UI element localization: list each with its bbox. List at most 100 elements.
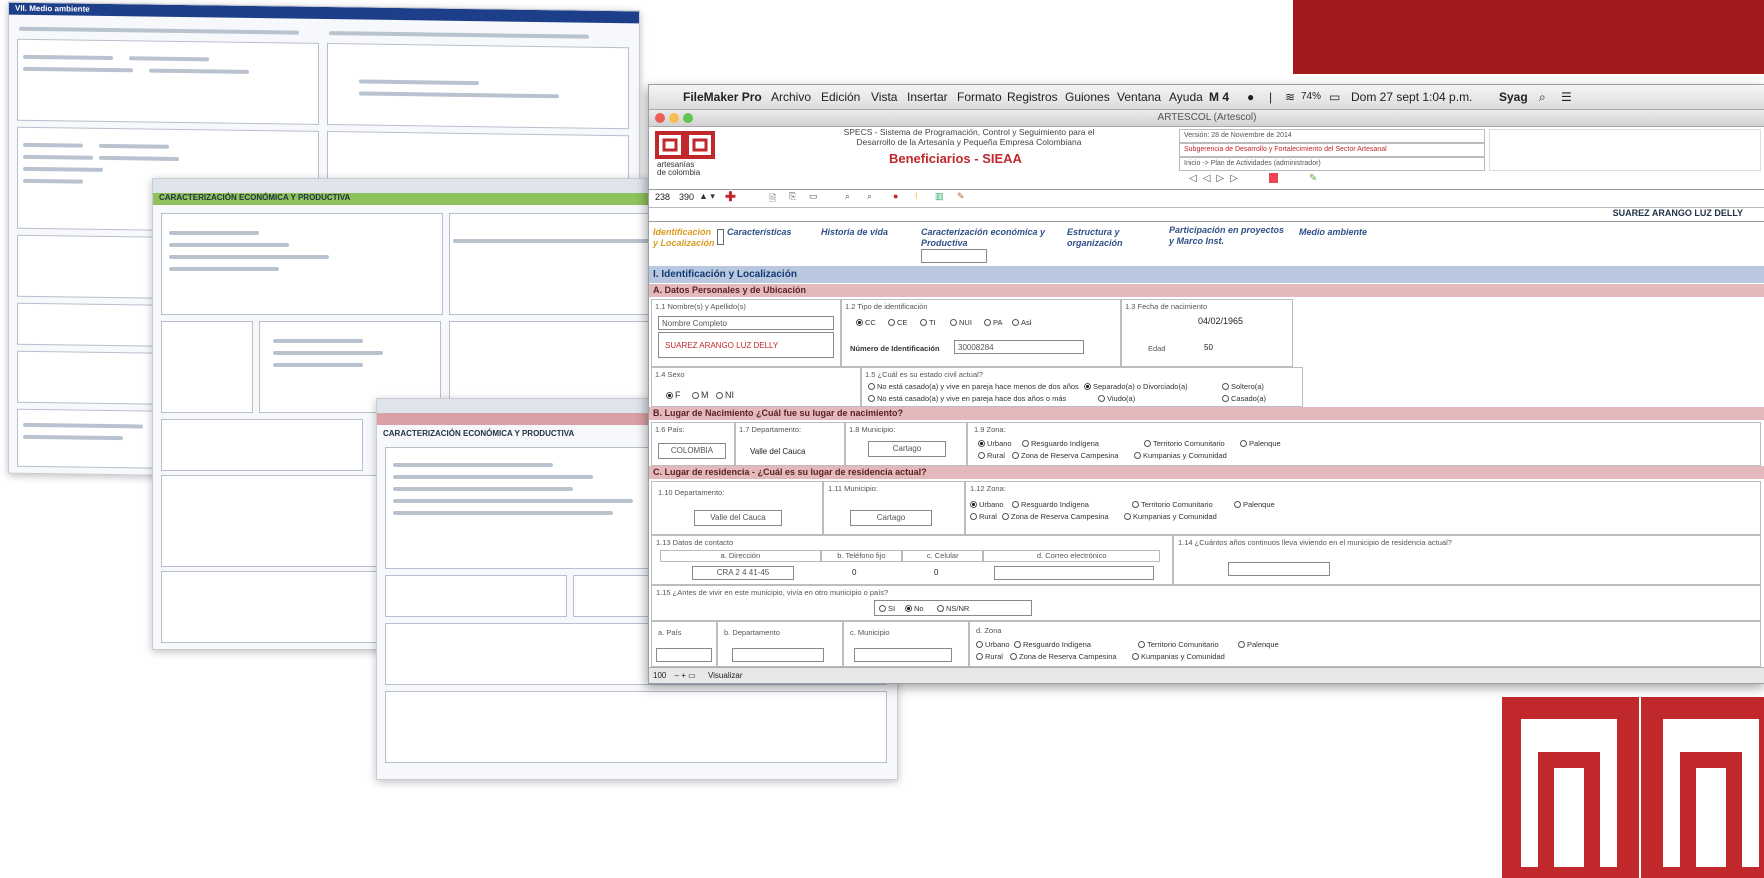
zoom-icon[interactable]: ⌕ xyxy=(867,191,872,202)
prev-zone-kumpanias[interactable]: Kumpanias y Comunidad xyxy=(1132,652,1225,661)
close-window-button[interactable] xyxy=(655,113,665,123)
notification-center-icon[interactable]: ☰ xyxy=(1561,90,1572,104)
camera-icon[interactable]: ● xyxy=(1247,90,1254,104)
mobile-field[interactable]: 0 xyxy=(934,568,938,577)
prev-zone-territorio[interactable]: Territorio Comunitario xyxy=(1138,640,1219,649)
id-type-ce[interactable]: CE xyxy=(888,318,907,327)
clock[interactable]: Dom 27 sept 1:04 p.m. xyxy=(1351,90,1472,104)
tab-medio-ambiente[interactable]: Medio ambiente xyxy=(1299,227,1389,238)
menu-guiones[interactable]: Guiones xyxy=(1065,90,1110,104)
edit-icon[interactable]: ✎ xyxy=(957,191,965,202)
sort-icon[interactable]: ▲ ▾ xyxy=(699,191,715,202)
wifi-icon[interactable]: ≋ xyxy=(1285,90,1295,104)
menu-ventana[interactable]: Ventana xyxy=(1117,90,1161,104)
add-icon[interactable]: ✚ xyxy=(725,189,736,205)
prev-zone-resguardo[interactable]: Resguardo Indígena xyxy=(1014,640,1091,649)
prev-zone-palenque[interactable]: Palenque xyxy=(1238,640,1279,649)
zoom-level[interactable]: 100 xyxy=(653,671,666,680)
res-zone-palenque[interactable]: Palenque xyxy=(1234,500,1275,509)
birthdate-value[interactable]: 04/02/1965 xyxy=(1198,316,1243,326)
menu-formato[interactable]: Formato xyxy=(957,90,1002,104)
zoom-window-button[interactable] xyxy=(683,113,693,123)
menu-registros[interactable]: Registros xyxy=(1007,90,1058,104)
id-type-nui[interactable]: NUI xyxy=(950,318,972,327)
birth-zone-reserva[interactable]: Zona de Reserva Campesina xyxy=(1012,451,1119,460)
id-type-ti[interactable]: TI xyxy=(920,318,936,327)
id-type-pa[interactable]: PA xyxy=(984,318,1002,327)
copy-icon[interactable]: ⎘ xyxy=(789,191,796,202)
stop-icon[interactable]: ● xyxy=(893,191,898,201)
print-icon[interactable]: 🗎 xyxy=(769,191,776,207)
previous-no[interactable]: No xyxy=(905,604,924,613)
email-field[interactable] xyxy=(994,566,1154,580)
mail-icon[interactable]: M 4 xyxy=(1209,90,1229,104)
battery-icon[interactable]: ▭ xyxy=(1329,90,1340,104)
civil-option-4[interactable]: Viudo(a) xyxy=(1098,394,1135,403)
chart-icon[interactable]: ▥ xyxy=(935,191,944,202)
address-field[interactable]: CRA 2 4 41-45 xyxy=(692,566,794,580)
prev-zone-urbano[interactable]: Urbano xyxy=(976,640,1010,649)
res-zone-kumpanias[interactable]: Kumpanias y Comunidad xyxy=(1124,512,1217,521)
previous-si[interactable]: SI xyxy=(879,604,895,613)
res-muni-field[interactable]: Cartago xyxy=(850,510,932,526)
birth-dept-value[interactable]: Valle del Cauca xyxy=(750,447,805,456)
birth-zone-resguardo[interactable]: Resguardo Indígena xyxy=(1022,439,1099,448)
res-zone-reserva[interactable]: Zona de Reserva Campesina xyxy=(1002,512,1109,521)
minimize-window-button[interactable] xyxy=(669,113,679,123)
menu-edicion[interactable]: Edición xyxy=(821,90,860,104)
prev-dept-field[interactable] xyxy=(732,648,824,662)
menu-vista[interactable]: Vista xyxy=(871,90,897,104)
menu-archivo[interactable]: Archivo xyxy=(771,90,811,104)
phone-field[interactable]: 0 xyxy=(852,568,856,577)
new-record-icon[interactable]: ✎ xyxy=(1309,173,1317,184)
menu-ayuda[interactable]: Ayuda xyxy=(1169,90,1203,104)
sex-ni[interactable]: NI xyxy=(716,390,734,400)
civil-option-5[interactable]: Soltero(a) xyxy=(1222,382,1264,391)
res-zone-urbano[interactable]: Urbano xyxy=(970,500,1004,509)
tab-field[interactable] xyxy=(921,249,987,263)
prev-country-field[interactable] xyxy=(656,648,712,662)
res-dept-field[interactable]: Valle del Cauca xyxy=(694,510,782,526)
id-number-field[interactable]: 30008284 xyxy=(954,340,1084,354)
birth-zone-kumpanias[interactable]: Kumpanias y Comunidad xyxy=(1134,451,1227,460)
res-zone-rural[interactable]: Rural xyxy=(970,512,997,521)
tab-caracteristicas[interactable]: Características xyxy=(727,227,807,238)
sex-f[interactable]: F xyxy=(666,390,681,400)
zoom-controls-icon[interactable]: – + ▭ xyxy=(675,671,696,680)
civil-option-3[interactable]: Separado(a) o Divorciado(a) xyxy=(1084,382,1188,391)
record-nav-arrows[interactable]: ◁◁▷▷ xyxy=(1189,173,1244,184)
find-icon[interactable]: ⌕ xyxy=(845,191,850,202)
tab-estructura[interactable]: Estructura y organización xyxy=(1067,227,1147,249)
id-type-asl[interactable]: Asl xyxy=(1012,318,1031,327)
res-zone-territorio[interactable]: Territorio Comunitario xyxy=(1132,500,1213,509)
menu-insertar[interactable]: Insertar xyxy=(907,90,948,104)
birth-zone-palenque[interactable]: Palenque xyxy=(1240,439,1281,448)
warning-icon[interactable]: ! xyxy=(915,191,918,201)
mode-label[interactable]: Visualizar xyxy=(708,671,743,680)
previous-nsnr[interactable]: NS/NR xyxy=(937,604,969,613)
civil-option-1[interactable]: No está casado(a) y vive en pareja hace … xyxy=(868,382,1079,391)
tab-identificacion[interactable]: Identificación y Localización xyxy=(653,227,717,249)
layout-icon[interactable]: ▭ xyxy=(809,191,818,202)
civil-option-2[interactable]: No está casado(a) y vive en pareja hace … xyxy=(868,394,1066,403)
tab-historia-vida[interactable]: Historia de vida xyxy=(821,227,901,238)
tab-participacion[interactable]: Participación en proyectos y Marco Inst. xyxy=(1169,225,1289,247)
prev-zone-reserva[interactable]: Zona de Reserva Campesina xyxy=(1010,652,1117,661)
menu-app[interactable]: FileMaker Pro xyxy=(683,90,762,104)
user-name[interactable]: Syag xyxy=(1499,90,1528,104)
birth-zone-territorio[interactable]: Territorio Comunitario xyxy=(1144,439,1225,448)
birth-muni-field[interactable]: Cartago xyxy=(868,441,946,457)
id-type-cc[interactable]: CC xyxy=(856,318,876,327)
prev-muni-field[interactable] xyxy=(854,648,952,662)
sex-m[interactable]: M xyxy=(692,390,709,400)
breadcrumb[interactable]: Inicio -> Plan de Actividades (administr… xyxy=(1179,157,1485,171)
tab-caracterizacion[interactable]: Caracterización económica y Productiva xyxy=(921,227,1061,249)
delete-record-icon[interactable] xyxy=(1269,173,1278,183)
birth-zone-rural[interactable]: Rural xyxy=(978,451,1005,460)
full-name-field[interactable]: SUAREZ ARANGO LUZ DELLY xyxy=(658,332,834,358)
res-zone-resguardo[interactable]: Resguardo Indígena xyxy=(1012,500,1089,509)
birth-zone-urbano[interactable]: Urbano xyxy=(978,439,1012,448)
years-field[interactable] xyxy=(1228,562,1330,576)
prev-zone-rural[interactable]: Rural xyxy=(976,652,1003,661)
spotlight-search-icon[interactable]: ⌕ xyxy=(1539,90,1546,105)
